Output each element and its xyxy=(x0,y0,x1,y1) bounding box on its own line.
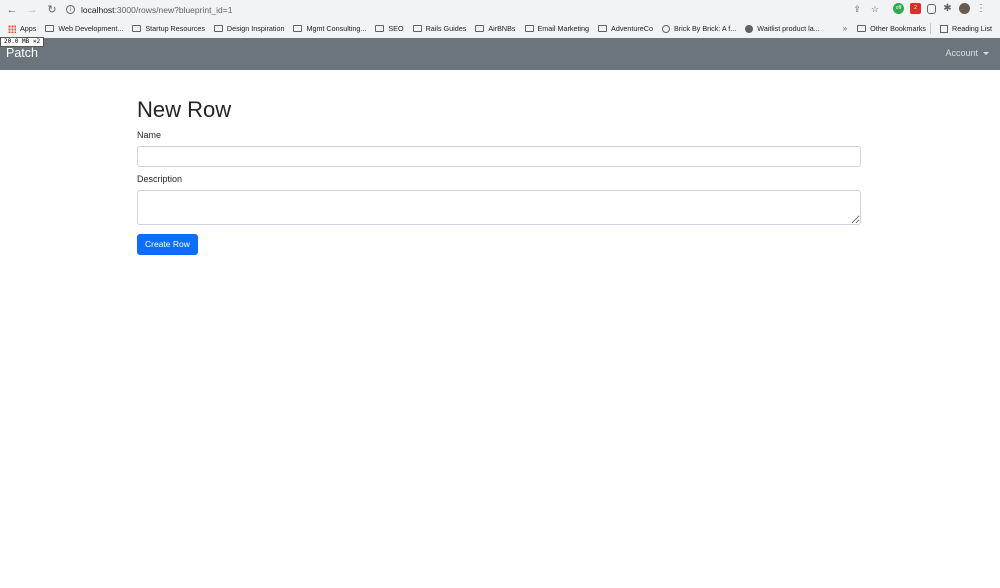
apps-grid-icon xyxy=(8,24,16,33)
bookmark-item[interactable]: AdventureCo xyxy=(598,24,653,33)
account-label: Account xyxy=(945,48,978,58)
extensions-puzzle-icon[interactable]: ✱ xyxy=(942,3,953,14)
folder-icon xyxy=(412,25,422,32)
description-label: Description xyxy=(137,174,183,184)
url-path: :3000/rows/new?blueprint_id=1 xyxy=(114,4,233,15)
address-bar[interactable]: i localhost:3000/rows/new?blueprint_id=1… xyxy=(60,1,885,18)
folder-icon xyxy=(293,25,303,32)
bookmark-label: Email Marketing xyxy=(537,24,590,33)
bookmark-item[interactable]: Design Inspiration xyxy=(213,24,285,33)
reload-icon[interactable]: ↻ xyxy=(43,1,61,19)
share-icon[interactable]: ⇪ xyxy=(853,4,861,15)
bookmark-item[interactable]: AirBNBs xyxy=(475,24,516,33)
folder-icon xyxy=(524,25,534,32)
folder-icon xyxy=(598,25,608,32)
folder-icon xyxy=(857,25,867,32)
bookmarks-right: » Other Bookmarks Reading List xyxy=(843,19,992,38)
account-dropdown[interactable]: Account xyxy=(945,48,989,58)
bookmark-label: Design Inspiration xyxy=(226,24,285,33)
grammarly-extension-icon[interactable]: off xyxy=(893,3,904,14)
extension-icon[interactable]: 2 xyxy=(910,3,921,14)
folder-icon xyxy=(475,25,485,32)
bookmark-item[interactable]: SEO xyxy=(375,24,404,33)
folder-icon xyxy=(375,25,385,32)
address-bar-row: ← → ↻ i localhost:3000/rows/new?blueprin… xyxy=(0,0,1000,19)
bookmark-item[interactable]: Web Development... xyxy=(45,24,123,33)
bookmark-item[interactable]: Mgmt Consulting... xyxy=(293,24,366,33)
profile-avatar[interactable] xyxy=(959,3,970,14)
create-row-button[interactable]: Create Row xyxy=(137,234,198,255)
perf-badge: 20.0 MB ×2 xyxy=(0,37,45,47)
forward-arrow-icon[interactable]: → xyxy=(23,1,41,19)
page-title: New Row xyxy=(137,97,232,122)
caret-down-icon xyxy=(983,51,989,55)
bookmark-star-icon[interactable]: ☆ xyxy=(871,4,879,15)
bookmark-item[interactable]: Rails Guides xyxy=(412,24,467,33)
bookmark-label: Apps xyxy=(20,24,37,33)
name-input[interactable] xyxy=(137,146,861,167)
url-host: localhost xyxy=(81,4,115,15)
browser-chrome: ← → ↻ i localhost:3000/rows/new?blueprin… xyxy=(0,0,1000,38)
bookmarks-bar: Apps Web Development... Startup Resources D… xyxy=(0,19,1000,38)
bookmark-label: AdventureCo xyxy=(611,24,653,33)
site-info-icon[interactable]: i xyxy=(66,5,75,14)
bookmark-label: Startup Resources xyxy=(145,24,205,33)
pocket-extension-icon[interactable] xyxy=(927,3,936,14)
bookmark-item[interactable]: Waitlist product la... xyxy=(745,24,820,33)
bookmarks-overflow-icon[interactable]: » xyxy=(843,24,847,33)
bookmark-item[interactable]: Startup Resources xyxy=(132,24,205,33)
bookmark-item[interactable]: Apps xyxy=(8,24,36,33)
app-navbar: Patch Account xyxy=(0,38,1000,70)
folder-icon xyxy=(45,25,55,32)
globe-icon xyxy=(745,24,754,33)
reading-list-icon xyxy=(940,24,949,33)
reading-list-label: Reading List xyxy=(952,24,992,33)
bookmark-label: AirBNBs xyxy=(488,24,516,33)
bookmark-label: Rails Guides xyxy=(425,24,467,33)
bookmark-label: Brick By Brick: A f... xyxy=(673,24,737,33)
other-bookmarks-label: Other Bookmarks xyxy=(870,24,927,33)
bookmark-label: Waitlist product la... xyxy=(757,24,820,33)
brand-link[interactable]: Patch xyxy=(6,46,38,60)
browser-menu-icon[interactable]: ⋮ xyxy=(976,3,986,14)
bookmark-item[interactable]: Email Marketing xyxy=(524,24,590,33)
globe-icon xyxy=(661,24,670,33)
bookmark-label: SEO xyxy=(388,24,404,33)
new-row-form: New Row Name Description Create Row xyxy=(137,96,861,255)
folder-icon xyxy=(132,25,142,32)
bookmark-label: Mgmt Consulting... xyxy=(306,24,367,33)
name-label: Name xyxy=(137,130,162,140)
other-bookmarks[interactable]: Other Bookmarks xyxy=(857,24,926,33)
bookmark-item[interactable]: Brick By Brick: A f... xyxy=(661,24,737,33)
bookmark-label: Web Development... xyxy=(58,24,124,33)
back-arrow-icon[interactable]: ← xyxy=(3,1,21,19)
description-textarea[interactable] xyxy=(137,190,861,225)
folder-icon xyxy=(213,25,223,32)
reading-list[interactable]: Reading List xyxy=(940,24,992,33)
